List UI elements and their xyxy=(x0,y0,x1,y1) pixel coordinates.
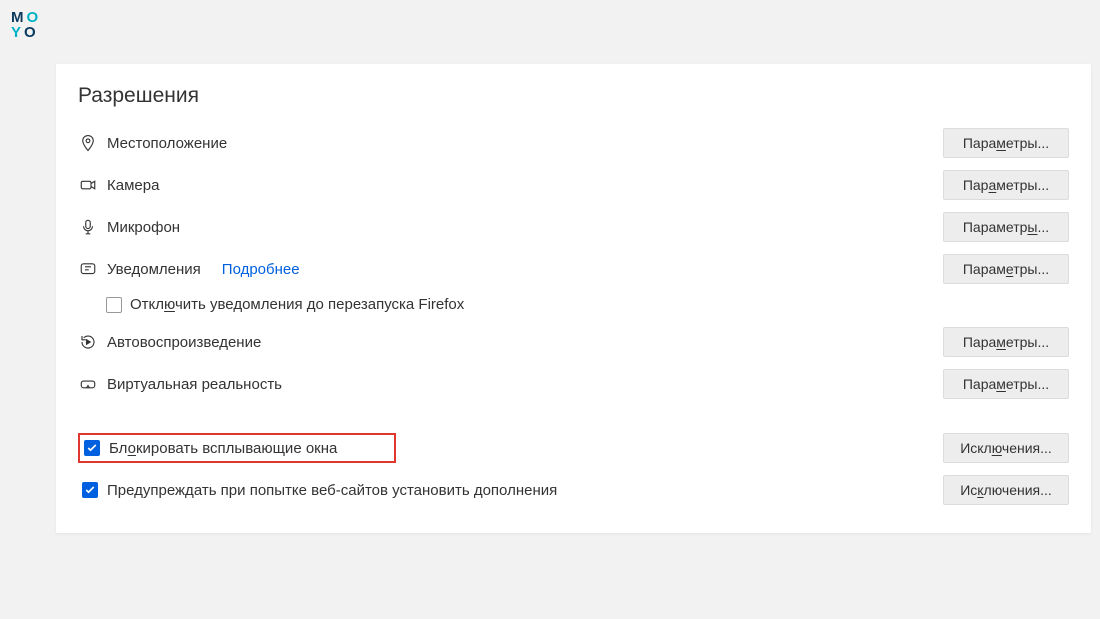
location-icon xyxy=(78,133,98,153)
warn-addons-label: Предупреждать при попытке веб-сайтов уст… xyxy=(107,482,557,499)
block-popups-row: Блокировать всплывающие окна Исключения.… xyxy=(78,427,1069,469)
disable-notifications-row: Отключить уведомления до перезапуска Fir… xyxy=(106,290,1069,321)
warn-addons-exceptions-button[interactable]: Исключения... xyxy=(943,475,1069,505)
notifications-learn-more-link[interactable]: Подробнее xyxy=(222,261,300,278)
permission-location-row: Местоположение Параметры... xyxy=(78,122,1069,164)
block-popups-label: Блокировать всплывающие окна xyxy=(109,440,337,457)
warn-addons-row: Предупреждать при попытке веб-сайтов уст… xyxy=(78,469,1069,511)
notifications-settings-button[interactable]: Параметры... xyxy=(943,254,1069,284)
block-popups-highlight: Блокировать всплывающие окна xyxy=(78,433,396,463)
block-popups-exceptions-button[interactable]: Исключения... xyxy=(943,433,1069,463)
notification-icon xyxy=(78,259,98,279)
microphone-label: Микрофон xyxy=(107,219,180,236)
permission-microphone-row: Микрофон Параметры... xyxy=(78,206,1069,248)
autoplay-icon xyxy=(78,332,98,352)
warn-addons-checkbox[interactable] xyxy=(82,482,98,498)
microphone-icon xyxy=(78,217,98,237)
moyo-logo: MO YO xyxy=(11,10,41,40)
section-title: Разрешения xyxy=(78,84,1069,108)
vr-icon xyxy=(78,374,98,394)
camera-settings-button[interactable]: Параметры... xyxy=(943,170,1069,200)
location-label: Местоположение xyxy=(107,135,227,152)
permission-autoplay-row: Автовоспроизведение Параметры... xyxy=(78,321,1069,363)
permissions-panel: Разрешения Местоположение Параметры... К… xyxy=(56,64,1091,533)
vr-label: Виртуальная реальность xyxy=(107,376,282,393)
permission-notifications-row: Уведомления Подробнее Параметры... xyxy=(78,248,1069,290)
autoplay-settings-button[interactable]: Параметры... xyxy=(943,327,1069,357)
permission-camera-row: Камера Параметры... xyxy=(78,164,1069,206)
vr-settings-button[interactable]: Параметры... xyxy=(943,369,1069,399)
microphone-settings-button[interactable]: Параметры... xyxy=(943,212,1069,242)
camera-label: Камера xyxy=(107,177,159,194)
disable-notifications-label: Отключить уведомления до перезапуска Fir… xyxy=(130,296,464,313)
location-settings-button[interactable]: Параметры... xyxy=(943,128,1069,158)
disable-notifications-checkbox[interactable] xyxy=(106,297,122,313)
notifications-label: Уведомления xyxy=(107,261,201,278)
camera-icon xyxy=(78,175,98,195)
permission-vr-row: Виртуальная реальность Параметры... xyxy=(78,363,1069,405)
autoplay-label: Автовоспроизведение xyxy=(107,334,261,351)
block-popups-checkbox[interactable] xyxy=(84,440,100,456)
